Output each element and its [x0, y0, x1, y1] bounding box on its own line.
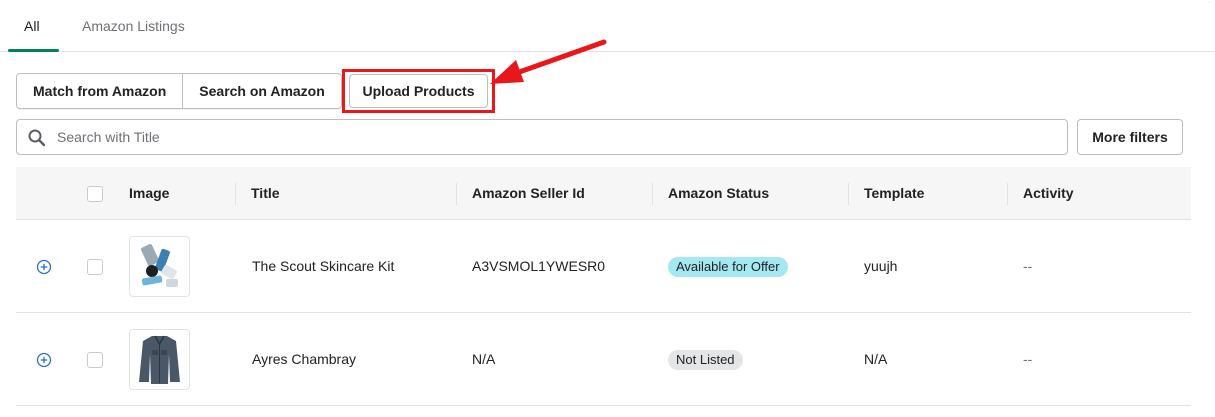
- status-badge: Available for Offer: [668, 257, 788, 277]
- header-activity: Activity: [1023, 185, 1074, 201]
- table-row[interactable]: The Scout Skincare Kit A3VSMOL1YWESR0 Av…: [16, 220, 1191, 313]
- column-divider: [848, 183, 849, 205]
- header-template: Template: [864, 185, 925, 201]
- table-header: Image Title Amazon Seller Id Amazon Stat…: [16, 167, 1191, 220]
- skincare-kit-thumbnail-icon: [129, 236, 190, 297]
- red-arrow-annotation-icon: [490, 39, 607, 84]
- search-input[interactable]: [57, 120, 1057, 154]
- status-badge: Not Listed: [668, 350, 743, 370]
- tab-all[interactable]: All: [24, 18, 40, 34]
- search-icon: [28, 129, 46, 147]
- more-filters-button[interactable]: More filters: [1077, 119, 1183, 155]
- expand-plus-icon[interactable]: [36, 259, 52, 275]
- tab-amazon-listings[interactable]: Amazon Listings: [82, 18, 185, 34]
- corner-cutoff-icon: ◔: [1206, 0, 1213, 6]
- activity-value: --: [1023, 258, 1033, 274]
- header-image: Image: [129, 185, 170, 201]
- seller-id: A3VSMOL1YWESR0: [472, 258, 606, 274]
- column-divider: [1007, 183, 1008, 205]
- header-status: Amazon Status: [668, 185, 770, 201]
- select-all-checkbox[interactable]: [87, 186, 103, 202]
- row-checkbox[interactable]: [87, 259, 103, 275]
- column-divider: [235, 183, 236, 205]
- shirt-thumbnail-icon: [129, 329, 190, 390]
- action-button-group: Match from Amazon Search on Amazon: [16, 73, 342, 109]
- search-on-amazon-button[interactable]: Search on Amazon: [183, 74, 341, 108]
- header-title: Title: [251, 185, 280, 201]
- search-box: [16, 119, 1068, 155]
- seller-id: N/A: [472, 351, 496, 367]
- products-table: Image Title Amazon Seller Id Amazon Stat…: [16, 167, 1191, 406]
- active-tab-indicator: [8, 49, 59, 52]
- header-seller-id: Amazon Seller Id: [472, 185, 585, 201]
- template-name: yuujh: [864, 258, 898, 274]
- product-title: The Scout Skincare Kit: [252, 258, 395, 274]
- column-divider: [652, 183, 653, 205]
- expand-plus-icon[interactable]: [36, 352, 52, 368]
- table-row[interactable]: Ayres Chambray N/A Not Listed N/A --: [16, 313, 1191, 406]
- column-divider: [456, 183, 457, 205]
- match-from-amazon-button[interactable]: Match from Amazon: [17, 74, 184, 108]
- product-title: Ayres Chambray: [252, 351, 357, 367]
- template-name: N/A: [864, 351, 888, 367]
- upload-products-button[interactable]: Upload Products: [349, 74, 488, 108]
- activity-value: --: [1023, 351, 1033, 367]
- row-checkbox[interactable]: [87, 352, 103, 368]
